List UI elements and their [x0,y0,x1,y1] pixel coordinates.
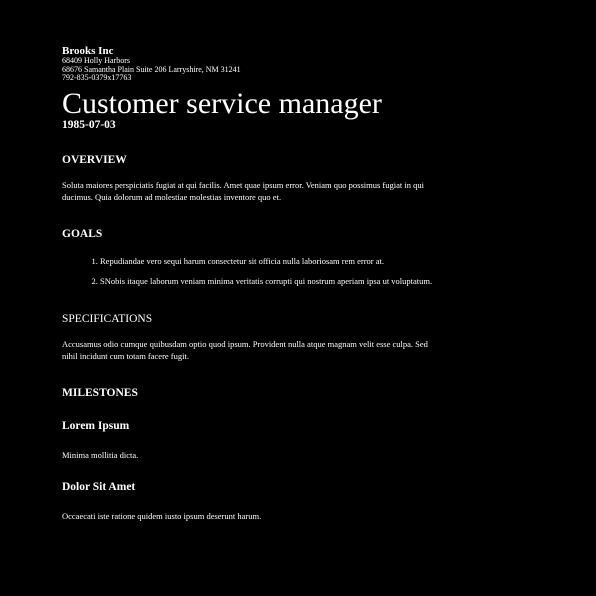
goals-list: Repudiandae vero sequi harum consectetur… [62,255,442,287]
milestone-text: Minima mollitia dicta. [62,449,139,460]
specifications-text: Accusamus odio cumque quibusdam optio qu… [62,338,428,361]
document-date: 1985-07-03 [62,118,116,131]
overview-section: OVERVIEW Soluta maiores perspiciatis fug… [62,153,442,203]
document-title: Customer service manager [62,86,382,120]
goals-section: GOALS Repudiandae vero sequi harum conse… [62,227,442,287]
phone-number: 792-835-0379x17763 [62,73,132,82]
list-item: Repudiandae vero sequi harum consectetur… [100,255,442,267]
milestone-text: Occaecati iste ratione quidem iusto ipsu… [62,510,262,521]
specifications-section: SPECIFICATIONS Accusamus odio cumque qui… [62,312,442,362]
milestone-title: Dolor Sit Amet [62,480,136,493]
overview-text: Soluta maiores perspiciatis fugiat at qu… [62,179,424,202]
overview-heading: OVERVIEW [62,153,127,166]
goals-heading: GOALS [62,227,103,240]
milestones-heading: MILESTONES [62,386,138,399]
milestones-section: MILESTONES Lorem Ipsum Minima mollitia d… [62,386,442,522]
specifications-heading: SPECIFICATIONS [62,312,153,325]
document-page: Brooks Inc 68409 Holly Harbors 68676 Sam… [62,45,442,522]
letterhead: Brooks Inc 68409 Holly Harbors 68676 Sam… [62,45,442,83]
milestone-title: Lorem Ipsum [62,419,130,432]
list-item: SNobis itaque laborum veniam minima veri… [100,275,442,287]
